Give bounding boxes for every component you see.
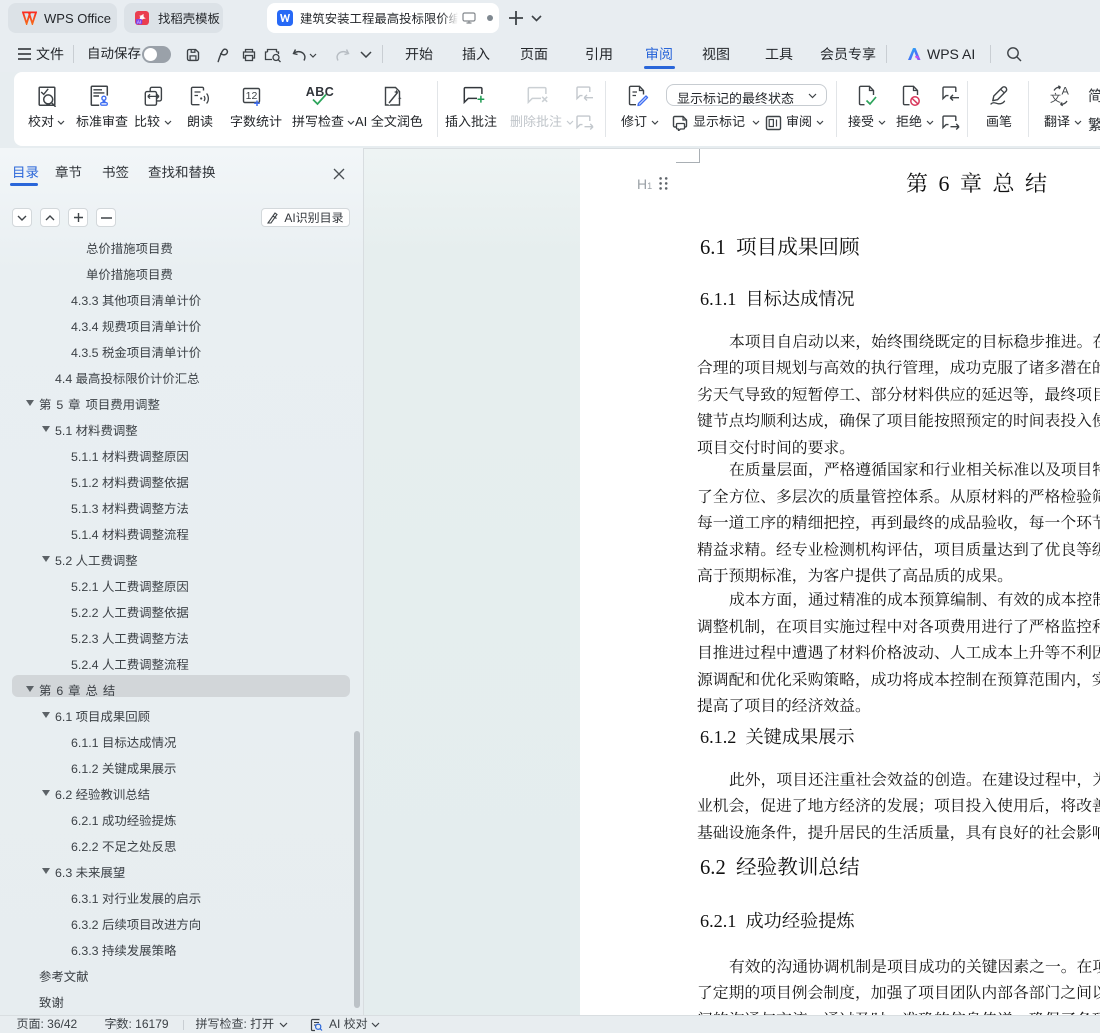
svg-text:AI: AI: [137, 19, 141, 24]
svg-text:12: 12: [246, 90, 258, 102]
svg-text:A: A: [1062, 86, 1070, 98]
svg-text:ABC: ABC: [306, 85, 335, 99]
svg-text:文: 文: [1050, 90, 1061, 106]
